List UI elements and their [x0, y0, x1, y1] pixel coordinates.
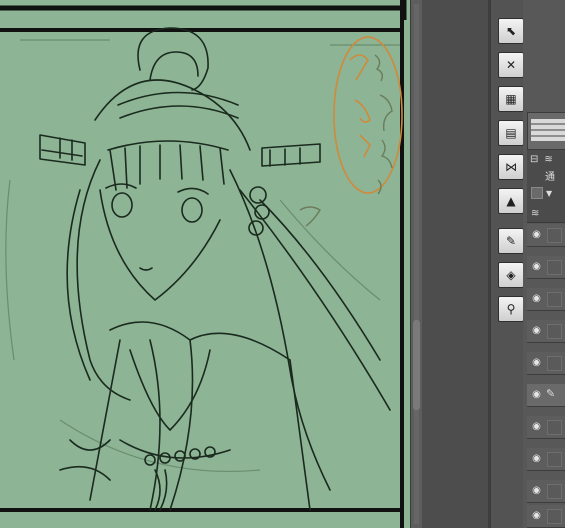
layer-row[interactable]: ◉: [527, 352, 565, 375]
layer-checkbox[interactable]: [547, 260, 562, 275]
chevron-down-icon[interactable]: ▼: [546, 189, 552, 198]
pen-icon: ✎: [546, 387, 556, 400]
3d-object-icon[interactable]: ◈: [498, 262, 524, 288]
layer-row[interactable]: ◉: [527, 256, 565, 279]
layer-row[interactable]: ◉: [527, 505, 565, 528]
layer-row[interactable]: ◉: [527, 288, 565, 311]
tone-icon[interactable]: ▦: [498, 86, 524, 112]
transform-icon[interactable]: ✕: [498, 52, 524, 78]
manga-sketch: [0, 0, 410, 528]
blend-mode-tab[interactable]: 通: [545, 168, 555, 183]
layer-checkbox[interactable]: [547, 324, 562, 339]
pattern-preview: [531, 119, 565, 141]
puppet-icon[interactable]: ⚲: [498, 296, 524, 322]
layer-options-row[interactable]: ≋: [527, 204, 565, 223]
eye-icon[interactable]: ◉: [531, 389, 542, 400]
layer-copy-icon[interactable]: ▤: [498, 120, 524, 146]
layer-property-preview: [527, 112, 565, 150]
color-swatch[interactable]: [531, 187, 543, 199]
wave-icon: ≋: [544, 153, 553, 165]
layer-checkbox[interactable]: [547, 452, 562, 467]
scroll-thumb[interactable]: [413, 320, 420, 410]
ruler-icon[interactable]: ⋈: [498, 154, 524, 180]
layer-mode-icon: ⊟: [530, 153, 539, 165]
blend-mode-row[interactable]: 通: [527, 168, 565, 183]
layer-row[interactable]: ◉: [527, 480, 565, 503]
eye-icon[interactable]: ◉: [531, 261, 542, 272]
layer-checkbox[interactable]: [547, 509, 562, 524]
eye-icon[interactable]: ◉: [531, 453, 542, 464]
eye-icon[interactable]: ◉: [531, 229, 542, 240]
eye-icon[interactable]: ◉: [531, 510, 542, 521]
sub-tool-area: [422, 0, 490, 528]
edit-layer-icon[interactable]: ✎: [498, 228, 524, 254]
move-layer-icon[interactable]: ⬉: [498, 18, 524, 44]
layer-row[interactable]: ◉: [527, 320, 565, 343]
drawing-canvas[interactable]: [0, 0, 410, 528]
scroll-track: [414, 4, 419, 524]
layer-mode-row[interactable]: ⊟ ≋: [527, 150, 565, 169]
eye-icon[interactable]: ◉: [531, 357, 542, 368]
layer-checkbox[interactable]: [547, 484, 562, 499]
layer-checkbox[interactable]: [547, 228, 562, 243]
stack-icon: ≋: [531, 207, 540, 219]
layer-checkbox[interactable]: [547, 292, 562, 307]
color-select-row[interactable]: ▼: [527, 182, 565, 205]
layer-row[interactable]: ◉: [527, 416, 565, 439]
eye-icon[interactable]: ◉: [531, 325, 542, 336]
layer-row-selected[interactable]: ◉ ✎: [527, 384, 565, 407]
eye-icon[interactable]: ◉: [531, 485, 542, 496]
layer-checkbox[interactable]: [547, 420, 562, 435]
image-material-icon[interactable]: ▲: [498, 188, 524, 214]
layer-panel: ⊟ ≋ 通 ▼ ≋ ◉ ◉ ◉ ◉ ◉ ◉ ✎ ◉ ◉ ◉ ◉: [523, 0, 565, 528]
eye-icon[interactable]: ◉: [531, 293, 542, 304]
eye-icon[interactable]: ◉: [531, 421, 542, 432]
layer-row[interactable]: ◉: [527, 448, 565, 471]
layer-checkbox[interactable]: [547, 356, 562, 371]
layer-row[interactable]: ◉: [527, 224, 565, 247]
